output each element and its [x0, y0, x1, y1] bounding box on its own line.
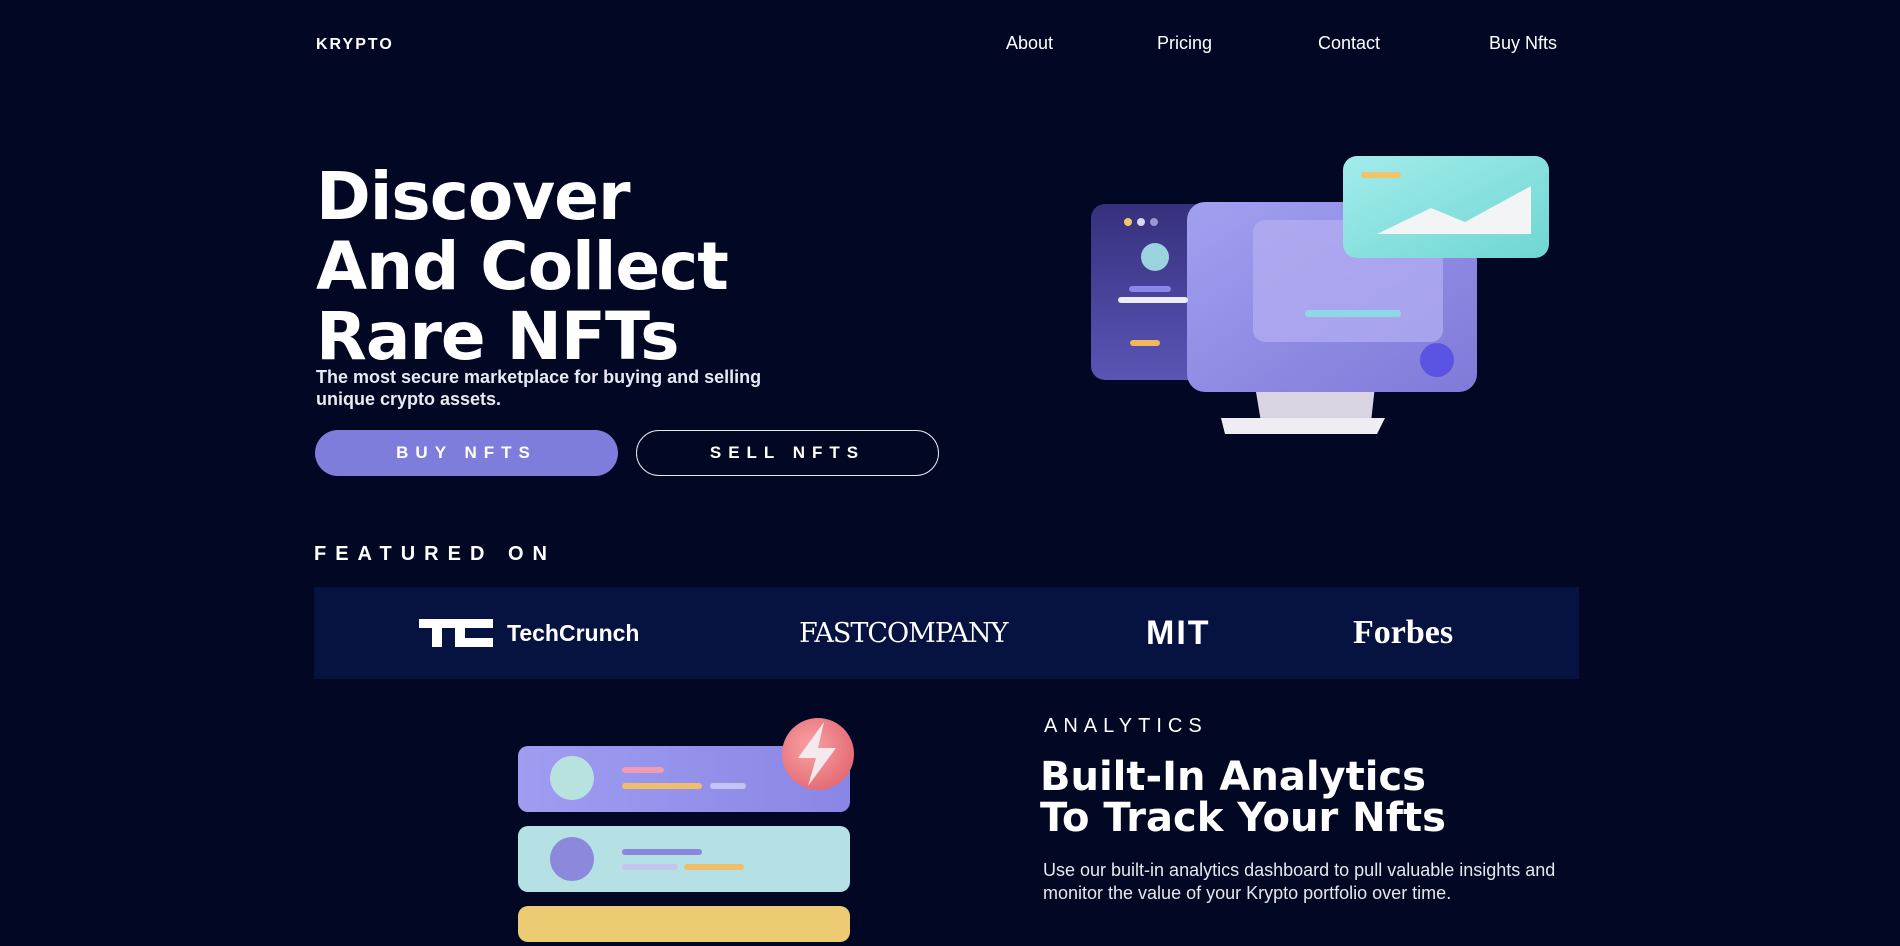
mit-logo: MIT: [1146, 613, 1211, 652]
hero-subtitle: The most secure marketplace for buying a…: [316, 367, 762, 409]
nav-pricing[interactable]: Pricing: [1157, 33, 1212, 54]
analytics-illustration: [518, 718, 854, 942]
hero-title-line: Rare NFTs: [316, 298, 680, 375]
nav-about[interactable]: About: [1006, 33, 1053, 54]
analytics-title: Built-In Analytics To Track Your Nfts: [1040, 757, 1446, 839]
tc-mark-icon: [419, 619, 493, 647]
analytics-title-line: To Track Your Nfts: [1040, 795, 1446, 841]
window-dot: [1124, 218, 1132, 226]
logo[interactable]: KRYPTO: [316, 36, 394, 54]
avatar: [1141, 243, 1169, 271]
analytics-description: Use our built-in analytics dashboard to …: [1043, 860, 1556, 903]
forbes-logo: Forbes: [1353, 614, 1454, 651]
buy-nfts-button[interactable]: BUY NFTS: [315, 430, 618, 476]
window-dot: [1137, 218, 1145, 226]
featured-label: FEATURED ON: [314, 543, 556, 565]
nav-buy-nfts[interactable]: Buy Nfts: [1489, 33, 1557, 54]
card-line: [622, 864, 678, 870]
analytics-title-line: Built-In Analytics: [1040, 754, 1426, 800]
page: KRYPTO About Pricing Contact Buy Nfts Di…: [0, 0, 1900, 946]
card-line: [622, 767, 664, 773]
featured-band: TechCrunch FASTCOMPANY MIT Forbes: [314, 587, 1579, 679]
analytics-card: [518, 906, 850, 942]
token-icon: [550, 837, 594, 881]
hero-title-line: Discover: [316, 158, 630, 235]
hero-title: Discover And Collect Rare NFTs: [316, 158, 729, 375]
nav-contact[interactable]: Contact: [1318, 33, 1380, 54]
monitor-base: [1221, 418, 1385, 434]
side-line: [1118, 297, 1188, 303]
techcrunch-logo: TechCrunch: [419, 587, 639, 679]
fastcompany-logo: FASTCOMPANY: [799, 617, 1008, 649]
sell-nfts-button[interactable]: SELL NFTS: [636, 430, 939, 476]
screen-dot: [1420, 343, 1454, 377]
hero-illustration: [1091, 156, 1549, 434]
techcrunch-text: TechCrunch: [507, 619, 640, 646]
chart-label-line: [1361, 172, 1401, 178]
card-line: [710, 783, 746, 789]
side-line: [1129, 286, 1171, 292]
card-line: [684, 864, 744, 870]
side-line: [1130, 340, 1160, 346]
card-line: [622, 783, 702, 789]
top-nav: About Pricing Contact Buy Nfts: [1000, 33, 1580, 57]
analytics-label: ANALYTICS: [1044, 715, 1208, 737]
hero-title-line: And Collect: [316, 228, 729, 305]
card-line: [622, 849, 702, 855]
window-dot: [1150, 218, 1158, 226]
token-icon: [550, 756, 594, 800]
screen-bar: [1305, 310, 1401, 317]
